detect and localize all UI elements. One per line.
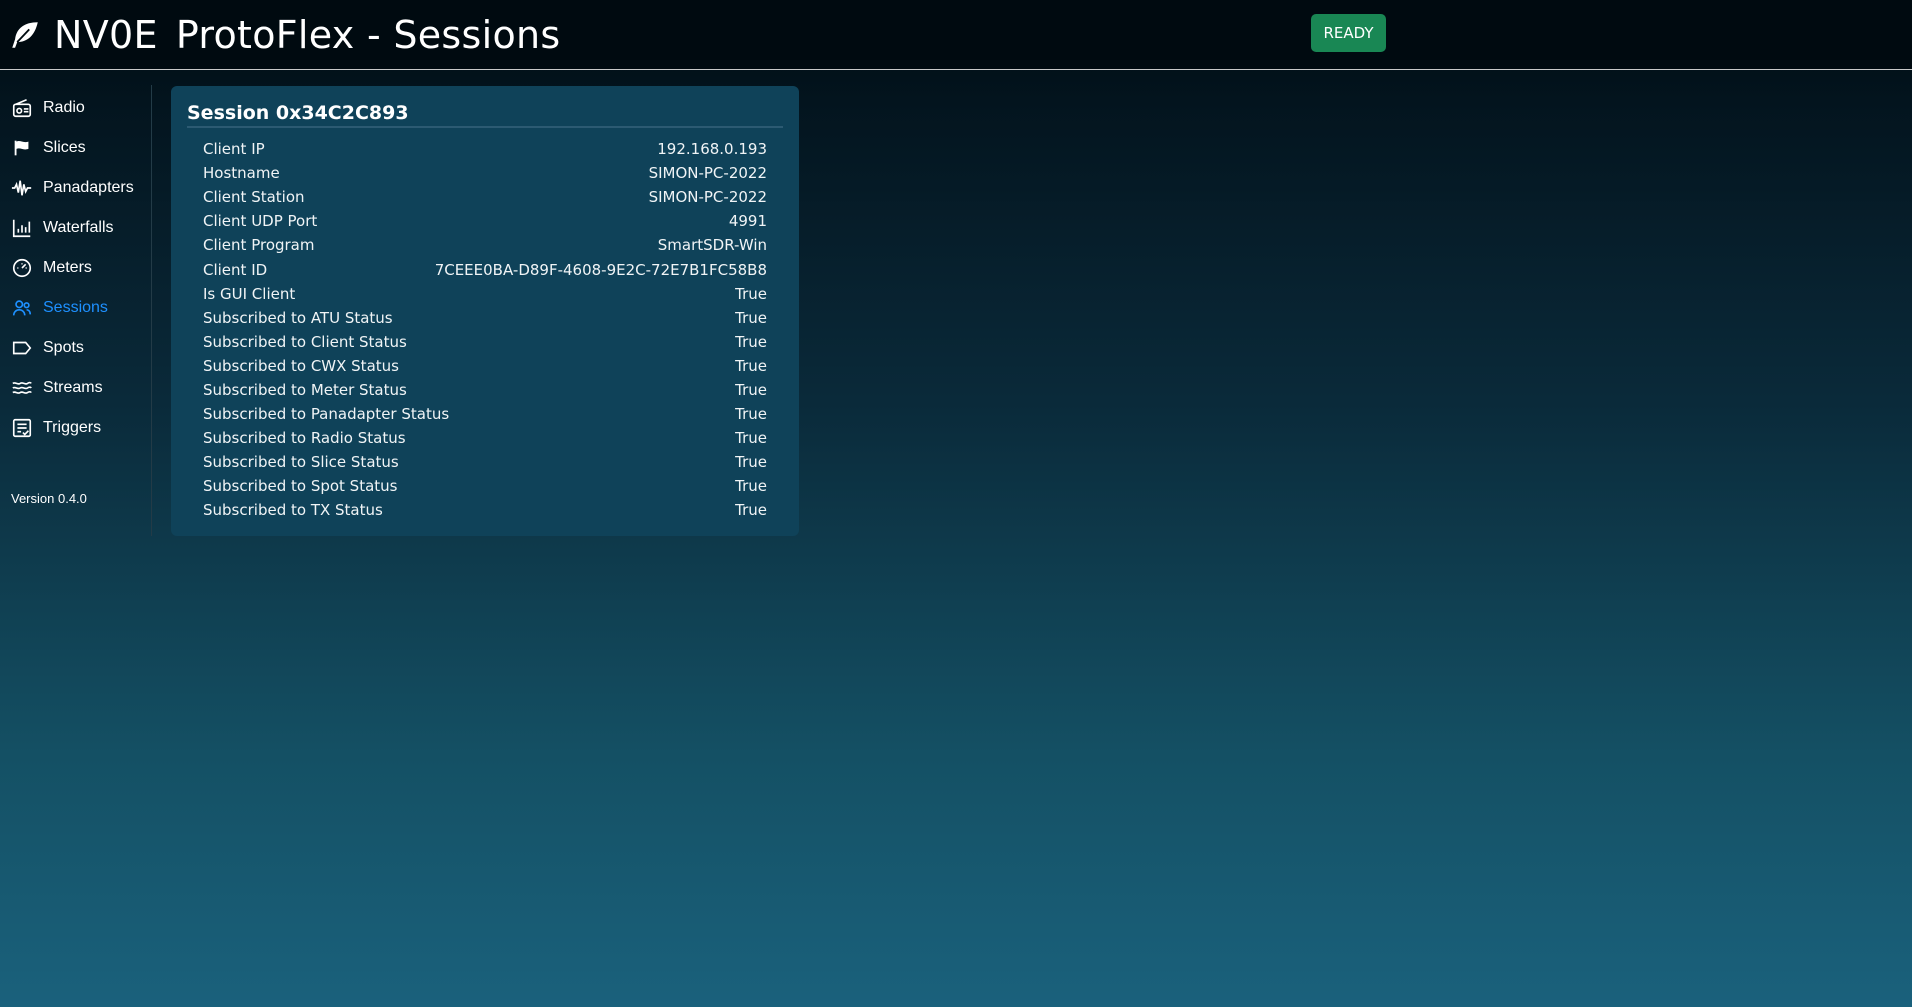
detail-row: Client Program SmartSDR-Win	[203, 233, 767, 257]
detail-label: Subscribed to TX Status	[203, 501, 383, 520]
sidebar-item-streams[interactable]: Streams	[11, 373, 103, 403]
sidebar-item-label: Streams	[43, 379, 103, 396]
detail-row: Client IP 192.168.0.193	[203, 137, 767, 161]
detail-label: Client UDP Port	[203, 212, 318, 231]
sidebar-item-label: Spots	[43, 339, 84, 356]
detail-row: Subscribed to Panadapter Status True	[203, 402, 767, 426]
detail-value: 7CEEE0BA-D89F-4608-9E2C-72E7B1FC58B8	[434, 260, 767, 279]
detail-row: Subscribed to Spot Status True	[203, 474, 767, 498]
detail-row: Is GUI Client True	[203, 282, 767, 306]
people-icon	[12, 300, 32, 316]
sidebar-item-label: Radio	[43, 99, 85, 116]
session-details: Client IP 192.168.0.193 Hostname SIMON-PC-…	[203, 137, 767, 523]
detail-value: True	[735, 380, 767, 399]
sidebar-item-triggers[interactable]: Triggers	[11, 413, 101, 443]
feather-icon	[12, 22, 38, 48]
detail-label: Subscribed to ATU Status	[203, 308, 393, 327]
sidebar: Radio Slices Panadapters Waterfalls Mete…	[0, 85, 152, 536]
detail-value: True	[735, 501, 767, 520]
detail-row: Client ID 7CEEE0BA-D89F-4608-9E2C-72E7B1F…	[203, 257, 767, 281]
waveform-icon	[11, 180, 32, 196]
detail-label: Subscribed to Meter Status	[203, 380, 407, 399]
sidebar-item-label: Panadapters	[43, 179, 134, 196]
detail-row: Client UDP Port 4991	[203, 209, 767, 233]
top-navbar: NV0E ProtoFlex - Sessions READY	[0, 0, 1912, 70]
detail-value: True	[735, 405, 767, 424]
tag-icon	[12, 341, 32, 355]
status-badge: READY	[1311, 14, 1386, 52]
sidebar-item-label: Waterfalls	[43, 219, 114, 236]
detail-row: Subscribed to Meter Status True	[203, 378, 767, 402]
detail-label: Subscribed to Slice Status	[203, 453, 399, 472]
version-label: Version 0.4.0	[11, 491, 87, 506]
detail-row: Subscribed to CWX Status True	[203, 354, 767, 378]
brand[interactable]: NV0E ProtoFlex - Sessions	[8, 12, 561, 58]
sidebar-item-label: Sessions	[43, 299, 108, 316]
radio-icon	[12, 98, 32, 118]
session-title: Session 0x34C2C893	[187, 102, 783, 128]
detail-value: True	[735, 429, 767, 448]
speedometer-icon	[12, 258, 32, 278]
detail-label: Client IP	[203, 140, 265, 159]
detail-value: True	[735, 477, 767, 496]
detail-label: Is GUI Client	[203, 284, 296, 303]
detail-row: Subscribed to TX Status True	[203, 498, 767, 522]
detail-label: Subscribed to Client Status	[203, 332, 407, 351]
list-check-icon	[12, 418, 32, 438]
detail-value: SIMON-PC-2022	[648, 188, 767, 207]
detail-value: 4991	[728, 212, 767, 231]
sidebar-item-spots[interactable]: Spots	[11, 333, 84, 363]
detail-label: Subscribed to Radio Status	[203, 429, 406, 448]
brand-callsign: NV0E	[54, 13, 158, 57]
waves-icon	[12, 381, 32, 394]
bar-chart-icon	[12, 219, 31, 238]
detail-row: Subscribed to ATU Status True	[203, 306, 767, 330]
detail-label: Hostname	[203, 164, 280, 183]
detail-label: Client ID	[203, 260, 268, 279]
sidebar-item-label: Slices	[43, 139, 86, 156]
sidebar-item-label: Meters	[43, 259, 92, 276]
detail-value: 192.168.0.193	[657, 140, 767, 159]
detail-label: Subscribed to Panadapter Status	[203, 405, 450, 424]
detail-value: True	[735, 284, 767, 303]
detail-row: Hostname SIMON-PC-2022	[203, 161, 767, 185]
detail-label: Client Station	[203, 188, 305, 207]
detail-value: True	[735, 356, 767, 375]
sidebar-item-sessions[interactable]: Sessions	[11, 293, 108, 323]
detail-row: Client Station SIMON-PC-2022	[203, 185, 767, 209]
detail-label: Subscribed to CWX Status	[203, 356, 399, 375]
flag-icon	[14, 140, 29, 156]
sidebar-item-label: Triggers	[43, 419, 102, 436]
sidebar-item-meters[interactable]: Meters	[11, 253, 92, 283]
sidebar-item-slices[interactable]: Slices	[11, 133, 86, 163]
detail-label: Client Program	[203, 236, 315, 255]
detail-row: Subscribed to Slice Status True	[203, 450, 767, 474]
detail-value: True	[735, 332, 767, 351]
sidebar-item-radio[interactable]: Radio	[11, 93, 85, 123]
detail-row: Subscribed to Radio Status True	[203, 426, 767, 450]
sidebar-item-waterfalls[interactable]: Waterfalls	[11, 213, 114, 243]
page-title: ProtoFlex - Sessions	[175, 13, 561, 57]
detail-row: Subscribed to Client Status True	[203, 330, 767, 354]
detail-label: Subscribed to Spot Status	[203, 477, 398, 496]
detail-value: SIMON-PC-2022	[648, 164, 767, 183]
detail-value: True	[735, 453, 767, 472]
detail-value: True	[735, 308, 767, 327]
session-card: Session 0x34C2C893 Client IP 192.168.0.19…	[171, 86, 799, 536]
detail-value: SmartSDR-Win	[657, 236, 767, 255]
sidebar-item-panadapters[interactable]: Panadapters	[11, 173, 134, 203]
